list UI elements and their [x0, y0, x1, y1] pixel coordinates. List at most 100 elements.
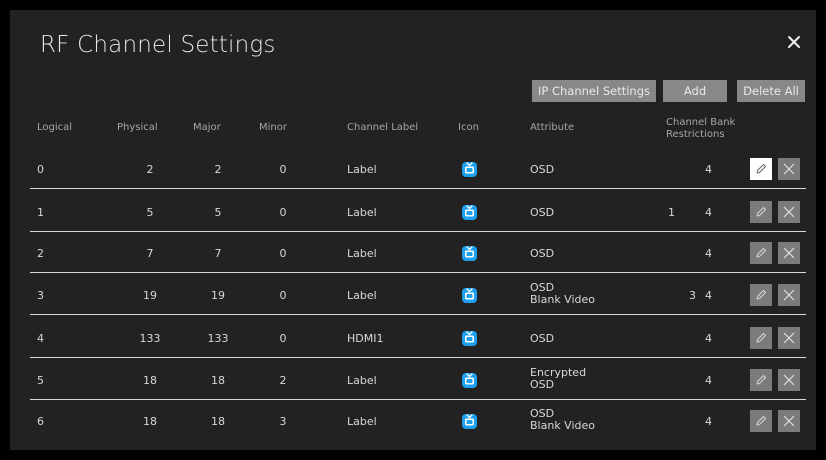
- pencil-icon: [756, 416, 766, 426]
- attribute-line1: OSD: [530, 332, 555, 345]
- delete-all-button[interactable]: Delete All: [737, 80, 805, 102]
- delete-row-button[interactable]: [778, 158, 800, 180]
- cell-attribute: OSD: [530, 164, 554, 176]
- table-row: 4 133 133 0 HDMI1 OSD 4: [30, 316, 806, 358]
- cell-minor: 0: [279, 247, 287, 260]
- cell-physical: 18: [143, 374, 157, 387]
- cell-attribute: OSD Blank Video: [530, 282, 595, 306]
- cell-bank-restriction: 4: [705, 247, 712, 260]
- tv-icon: [462, 287, 477, 303]
- column-header-minor: Minor: [259, 122, 287, 133]
- cell-logical: 3: [37, 289, 44, 302]
- cell-bank-restriction: 4: [705, 332, 712, 345]
- cell-minor: 0: [279, 206, 287, 219]
- close-icon: [783, 163, 795, 175]
- cell-channel-label: Label: [347, 163, 377, 176]
- pencil-icon: [756, 290, 766, 300]
- cell-channel-label: HDMI1: [347, 332, 384, 345]
- cell-physical: 133: [139, 332, 161, 345]
- edit-button[interactable]: [750, 201, 772, 223]
- cell-attribute: OSD: [530, 207, 554, 219]
- cell-minor: 3: [279, 415, 287, 428]
- table-row: 3 19 19 0 Label OSD Blank Video 3 4: [30, 273, 806, 315]
- add-button[interactable]: Add: [663, 80, 727, 102]
- delete-row-button[interactable]: [778, 201, 800, 223]
- cell-major: 133: [207, 332, 229, 345]
- cell-logical: 6: [37, 415, 44, 428]
- attribute-line2: OSD: [530, 378, 555, 391]
- attribute-line1: OSD: [530, 206, 555, 219]
- edit-button[interactable]: [750, 284, 772, 306]
- tv-icon: [462, 413, 477, 429]
- table-row: 6 18 18 3 Label OSD Blank Video 4: [30, 399, 806, 440]
- cell-physical: 7: [146, 247, 154, 260]
- pencil-icon: [756, 248, 766, 258]
- column-header-icon: Icon: [458, 122, 479, 133]
- table-row: 2 7 7 0 Label OSD 4: [30, 231, 806, 273]
- close-icon: [783, 415, 795, 427]
- cell-minor: 0: [279, 163, 287, 176]
- cell-logical: 1: [37, 206, 44, 219]
- column-header-channel-bank-restrictions: Channel Bank Restrictions: [666, 117, 735, 141]
- column-header-major: Major: [193, 122, 221, 133]
- column-header-channel-label: Channel Label: [347, 122, 419, 133]
- pencil-icon: [756, 333, 766, 343]
- pencil-icon: [756, 164, 766, 174]
- cell-physical: 2: [146, 163, 154, 176]
- close-icon: [783, 374, 795, 386]
- delete-row-button[interactable]: [778, 327, 800, 349]
- edit-button[interactable]: [750, 158, 772, 180]
- cell-attribute: Encrypted OSD: [530, 367, 586, 391]
- tv-icon: [462, 161, 477, 177]
- cell-channel-label: Label: [347, 415, 377, 428]
- pencil-icon: [756, 207, 766, 217]
- cell-bank-restriction: 4: [705, 415, 712, 428]
- cell-bank-restriction: 4: [705, 374, 712, 387]
- pencil-icon: [756, 375, 766, 385]
- cell-logical: 4: [37, 332, 44, 345]
- channel-bank-header-line1: Channel Bank: [666, 117, 736, 128]
- close-icon: [783, 206, 795, 218]
- cell-channel-label: Label: [347, 247, 377, 260]
- delete-row-button[interactable]: [778, 242, 800, 264]
- cell-channel-label: Label: [347, 289, 377, 302]
- ip-channel-settings-button[interactable]: IP Channel Settings: [532, 80, 656, 102]
- table-row: 5 18 18 2 Label Encrypted OSD 4: [30, 358, 806, 400]
- attribute-line1: OSD: [530, 247, 555, 260]
- cell-minor: 2: [279, 374, 287, 387]
- cell-attribute: OSD Blank Video: [530, 408, 595, 432]
- table-row: 1 5 5 0 Label OSD 1 4: [30, 190, 806, 232]
- cell-bank-restriction: 1: [668, 206, 675, 219]
- delete-row-button[interactable]: [778, 284, 800, 306]
- cell-bank-restriction: 4: [705, 206, 712, 219]
- cell-major: 19: [211, 289, 225, 302]
- cell-major: 18: [211, 374, 225, 387]
- close-icon: [783, 332, 795, 344]
- edit-button[interactable]: [750, 242, 772, 264]
- cell-bank-restriction: 4: [705, 163, 712, 176]
- cell-physical: 18: [143, 415, 157, 428]
- delete-row-button[interactable]: [778, 369, 800, 391]
- close-icon[interactable]: [784, 32, 804, 52]
- cell-major: 5: [214, 206, 222, 219]
- tv-icon: [462, 245, 477, 261]
- edit-button[interactable]: [750, 369, 772, 391]
- cell-major: 2: [214, 163, 222, 176]
- cell-physical: 19: [143, 289, 157, 302]
- tv-icon: [462, 372, 477, 388]
- tv-icon: [462, 330, 477, 346]
- attribute-line1: OSD: [530, 163, 555, 176]
- cell-minor: 0: [279, 289, 287, 302]
- column-header-physical: Physical: [117, 122, 158, 133]
- delete-row-button[interactable]: [778, 410, 800, 432]
- edit-button[interactable]: [750, 327, 772, 349]
- column-header-logical: Logical: [37, 122, 73, 133]
- close-icon: [783, 247, 795, 259]
- cell-attribute: OSD: [530, 248, 554, 260]
- cell-bank-restriction: 4: [705, 289, 712, 302]
- close-icon: [783, 289, 795, 301]
- column-header-attribute: Attribute: [530, 122, 575, 133]
- edit-button[interactable]: [750, 410, 772, 432]
- dialog-title: RF Channel Settings: [40, 32, 276, 58]
- cell-channel-label: Label: [347, 374, 377, 387]
